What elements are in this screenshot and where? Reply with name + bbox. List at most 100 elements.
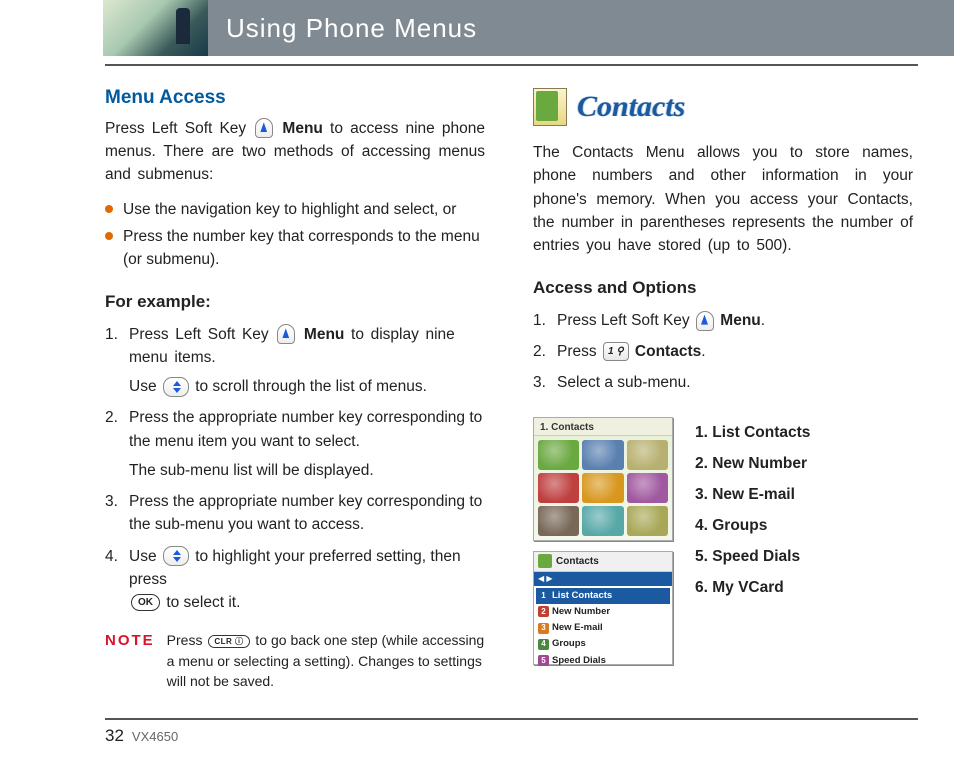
t: to scroll through the list of menus.: [195, 378, 427, 395]
list-item: 4Groups: [536, 636, 670, 652]
contacts-heading-row: Contacts: [533, 84, 913, 129]
num-icon: 4: [538, 639, 549, 650]
step-body: Press the appropriate number key corresp…: [129, 406, 485, 482]
soft-key-icon: [255, 118, 273, 138]
main-menu-screenshot: 1. Contacts: [533, 417, 673, 541]
step-body: Select a sub-menu.: [557, 371, 913, 394]
submenu-label: 6. My VCard: [695, 572, 810, 603]
list-item: 3New E-mail: [536, 620, 670, 636]
list-item: 1List Contacts: [536, 588, 670, 604]
soft-key-icon: [696, 311, 714, 331]
num-icon: 1: [538, 590, 549, 601]
grid-icon: [627, 440, 668, 470]
submenu-label: 1. List Contacts: [695, 417, 810, 448]
bullet-text: Use the navigation key to highlight and …: [123, 198, 456, 221]
header-photo: [103, 0, 208, 56]
note-text: Press CLR ⓘ to go back one step (while a…: [167, 630, 485, 691]
num-icon: 3: [538, 623, 549, 634]
step-item: 2. Press the appropriate number key corr…: [105, 406, 485, 482]
content-columns: Menu Access Press Left Soft Key Menu to …: [0, 66, 954, 691]
menu-icon-grid: [534, 436, 672, 540]
menu-access-intro: Press Left Soft Key Menu to access nine …: [105, 117, 485, 187]
right-column: Contacts The Contacts Menu allows you to…: [533, 84, 913, 691]
step-item: 2. Press 1 ⚲ Contacts.: [533, 340, 913, 363]
bullet-item: Use the navigation key to highlight and …: [105, 198, 485, 221]
grid-icon: [627, 506, 668, 536]
t: .: [701, 343, 705, 360]
t: Press Left Soft Key: [129, 326, 275, 343]
step-body: Use to highlight your preferred setting,…: [129, 545, 485, 615]
note-block: NOTE Press CLR ⓘ to go back one step (wh…: [105, 630, 485, 691]
list-item: 2New Number: [536, 604, 670, 620]
t: Use: [129, 378, 161, 395]
step1-line1: Press Left Soft Key Menu to display nine…: [129, 326, 455, 366]
t: Press: [167, 632, 207, 648]
step-number: 4.: [105, 545, 129, 615]
contacts-icon: [533, 88, 567, 126]
submenu-label: 5. Speed Dials: [695, 541, 810, 572]
example-steps: 1. Press Left Soft Key Menu to display n…: [105, 323, 485, 615]
page-number: 32: [105, 726, 124, 746]
bullet-item: Press the number key that corresponds to…: [105, 225, 485, 272]
one-key-icon: 1 ⚲: [603, 342, 629, 361]
step2-sub: The sub-menu list will be displayed.: [129, 459, 485, 482]
grid-icon: [538, 440, 579, 470]
t: Menu: [720, 312, 760, 329]
submenu-area: 1. Contacts Contacts ◀ ▶ 1List Contacts: [533, 417, 913, 665]
grid-icon: [538, 473, 579, 503]
t: to select it.: [166, 594, 240, 611]
intro-menu-word: Menu: [282, 120, 322, 137]
t: New Number: [552, 605, 610, 619]
list-item: 5Speed Dials: [536, 653, 670, 669]
access-options-heading: Access and Options: [533, 275, 913, 301]
grid-icon: [627, 473, 668, 503]
t: Menu: [304, 326, 344, 343]
t: Press the appropriate number key corresp…: [129, 409, 482, 449]
t: List Contacts: [552, 589, 612, 603]
menu-access-heading: Menu Access: [105, 84, 485, 113]
step-body: Press the appropriate number key corresp…: [129, 490, 485, 537]
submenu-label: 2. New Number: [695, 448, 810, 479]
t: Groups: [552, 637, 586, 651]
contacts-submenu-screenshot: Contacts ◀ ▶ 1List Contacts 2New Number …: [533, 551, 673, 665]
t: .: [761, 312, 765, 329]
step-body: Press 1 ⚲ Contacts.: [557, 340, 913, 363]
grid-icon: [582, 506, 623, 536]
t: Use: [129, 548, 161, 565]
mini-contacts-icon: [538, 554, 552, 568]
contacts-intro: The Contacts Menu allows you to store na…: [533, 141, 913, 257]
screen2-header: Contacts: [534, 552, 672, 572]
note-label: NOTE: [105, 630, 155, 691]
step-item: 3. Select a sub-menu.: [533, 371, 913, 394]
step-number: 1.: [105, 323, 129, 399]
grid-icon: [538, 506, 579, 536]
step-number: 3.: [105, 490, 129, 537]
access-steps: 1. Press Left Soft Key Menu. 2. Press 1 …: [533, 309, 913, 395]
screen2-list: 1List Contacts 2New Number 3New E-mail 4…: [534, 586, 672, 671]
clr-key-icon: CLR ⓘ: [208, 635, 249, 649]
t: Speed Dials: [552, 654, 606, 668]
t: Press Left Soft Key: [557, 312, 694, 329]
step-number: 2.: [105, 406, 129, 482]
soft-key-icon: [277, 324, 295, 344]
for-example-heading: For example:: [105, 289, 485, 315]
step1-line2: Use to scroll through the list of menus.: [129, 375, 485, 398]
ok-key-icon: OK: [131, 594, 160, 611]
left-column: Menu Access Press Left Soft Key Menu to …: [105, 84, 485, 691]
bullet-icon: [105, 232, 113, 240]
step-number: 3.: [533, 371, 557, 394]
intro-text-a: Press Left Soft Key: [105, 120, 253, 137]
grid-icon: [582, 440, 623, 470]
header-title-bar: Using Phone Menus: [208, 0, 954, 56]
bullet-text: Press the number key that corresponds to…: [123, 225, 485, 272]
phone-screenshots: 1. Contacts Contacts ◀ ▶ 1List Contacts: [533, 417, 673, 665]
screen2-title: Contacts: [556, 554, 599, 569]
page-footer: 32 VX4650: [105, 718, 918, 746]
step-item: 3. Press the appropriate number key corr…: [105, 490, 485, 537]
access-methods-list: Use the navigation key to highlight and …: [105, 198, 485, 271]
contacts-title: Contacts: [577, 84, 685, 129]
screen2-tabbar: ◀ ▶: [534, 572, 672, 586]
nav-key-icon: [163, 546, 189, 566]
submenu-labels: 1. List Contacts 2. New Number 3. New E-…: [695, 417, 810, 665]
step-body: Press Left Soft Key Menu to display nine…: [129, 323, 485, 399]
